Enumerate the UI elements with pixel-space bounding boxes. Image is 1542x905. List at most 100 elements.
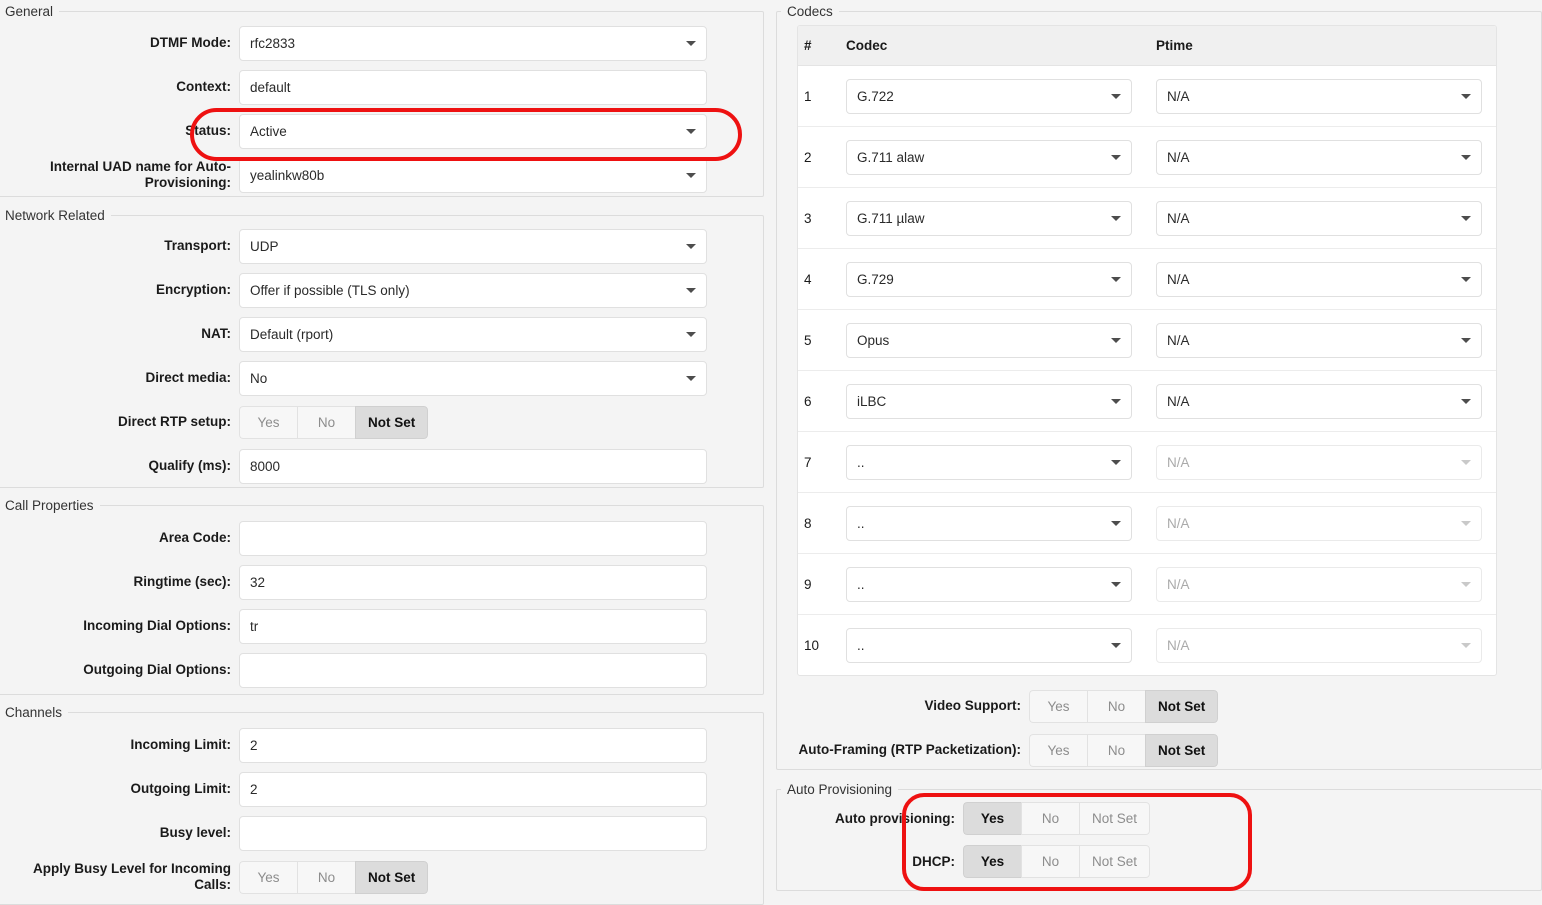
auto-provisioning-yes[interactable]: Yes: [963, 802, 1021, 835]
dhcp-toggle[interactable]: Yes No Not Set: [963, 845, 1150, 878]
codec-row-number: 1: [798, 89, 846, 104]
chevron-down-icon: [1461, 216, 1471, 221]
context-input[interactable]: default: [239, 70, 707, 105]
internal-uad-name-select[interactable]: yealinkw80b: [239, 158, 707, 193]
encryption-select[interactable]: Offer if possible (TLS only): [239, 273, 707, 308]
field-row-video-support: Video Support: Yes No Not Set: [777, 684, 1541, 728]
dhcp-not-set[interactable]: Not Set: [1079, 845, 1150, 878]
ptime-select-9: N/A: [1156, 567, 1482, 602]
dhcp-no[interactable]: No: [1021, 845, 1079, 878]
codec-row-number: 4: [798, 272, 846, 287]
dtmf-mode-select[interactable]: rfc2833: [239, 26, 707, 61]
dhcp-yes[interactable]: Yes: [963, 845, 1021, 878]
chevron-down-icon: [1111, 277, 1121, 282]
chevron-down-icon: [1461, 155, 1471, 160]
incoming-limit-input[interactable]: 2: [239, 728, 707, 763]
apply-busy-level-not-set[interactable]: Not Set: [355, 861, 428, 894]
chevron-down-icon: [686, 173, 696, 178]
apply-busy-level-no[interactable]: No: [297, 861, 355, 894]
auto-framing-no[interactable]: No: [1087, 734, 1145, 767]
label-area-code: Area Code:: [0, 530, 239, 546]
direct-rtp-setup-not-set[interactable]: Not Set: [355, 406, 428, 439]
column-header-codec: Codec: [846, 38, 1156, 53]
table-row: 1 G.722 N/A: [798, 66, 1496, 127]
direct-rtp-setup-toggle[interactable]: Yes No Not Set: [239, 406, 428, 439]
nat-select[interactable]: Default (rport): [239, 317, 707, 352]
status-select[interactable]: Active: [239, 114, 707, 149]
codec-row-number: 2: [798, 150, 846, 165]
chevron-down-icon: [686, 129, 696, 134]
direct-rtp-setup-no[interactable]: No: [297, 406, 355, 439]
table-row: 5 Opus N/A: [798, 310, 1496, 371]
codec-cell: ..: [846, 506, 1156, 541]
codec-select-8[interactable]: ..: [846, 506, 1132, 541]
label-video-support: Video Support:: [777, 698, 1029, 714]
codec-select-7[interactable]: ..: [846, 445, 1132, 480]
settings-page: General DTMF Mode: rfc2833 Context: defa…: [0, 0, 1542, 891]
ptime-select-5[interactable]: N/A: [1156, 323, 1482, 358]
label-apply-busy-level: Apply Busy Level for Incoming Calls:: [0, 861, 239, 892]
section-general: General DTMF Mode: rfc2833 Context: defa…: [0, 4, 764, 197]
codec-select-4[interactable]: G.729: [846, 262, 1132, 297]
ringtime-input[interactable]: 32: [239, 565, 707, 600]
outgoing-limit-input[interactable]: 2: [239, 772, 707, 807]
apply-busy-level-yes[interactable]: Yes: [239, 861, 297, 894]
chevron-down-icon: [1111, 582, 1121, 587]
table-row: 3 G.711 µlaw N/A: [798, 188, 1496, 249]
outgoing-dial-options-input[interactable]: [239, 653, 707, 688]
table-row: 10 .. N/A: [798, 615, 1496, 675]
auto-provisioning-not-set[interactable]: Not Set: [1079, 802, 1150, 835]
ptime-value-8: N/A: [1167, 516, 1190, 531]
codec-select-3[interactable]: G.711 µlaw: [846, 201, 1132, 236]
encryption-value: Offer if possible (TLS only): [250, 283, 410, 298]
ptime-cell: N/A: [1156, 567, 1496, 602]
codec-select-1[interactable]: G.722: [846, 79, 1132, 114]
field-row-context: Context: default: [0, 65, 763, 109]
field-row-auto-framing: Auto-Framing (RTP Packetization): Yes No…: [777, 728, 1541, 772]
status-value: Active: [250, 124, 287, 139]
apply-busy-level-toggle[interactable]: Yes No Not Set: [239, 861, 428, 894]
label-internal-uad-name: Internal UAD name for Auto-Provisioning:: [0, 159, 239, 191]
chevron-down-icon: [1111, 94, 1121, 99]
direct-rtp-setup-yes[interactable]: Yes: [239, 406, 297, 439]
field-row-area-code: Area Code:: [0, 516, 763, 560]
video-support-toggle[interactable]: Yes No Not Set: [1029, 690, 1218, 723]
video-support-no[interactable]: No: [1087, 690, 1145, 723]
codec-select-2[interactable]: G.711 alaw: [846, 140, 1132, 175]
section-codecs: Codecs # Codec Ptime 1 G.722: [776, 4, 1542, 770]
area-code-input[interactable]: [239, 521, 707, 556]
label-encryption: Encryption:: [0, 282, 239, 298]
auto-framing-toggle[interactable]: Yes No Not Set: [1029, 734, 1218, 767]
chevron-down-icon: [686, 332, 696, 337]
label-dhcp: DHCP:: [777, 854, 963, 870]
ptime-value-2: N/A: [1167, 150, 1190, 165]
video-support-not-set[interactable]: Not Set: [1145, 690, 1218, 723]
video-support-yes[interactable]: Yes: [1029, 690, 1087, 723]
ptime-select-4[interactable]: N/A: [1156, 262, 1482, 297]
ptime-select-1[interactable]: N/A: [1156, 79, 1482, 114]
qualify-input[interactable]: 8000: [239, 449, 707, 484]
chevron-down-icon: [686, 376, 696, 381]
codec-select-5[interactable]: Opus: [846, 323, 1132, 358]
incoming-dial-options-input[interactable]: tr: [239, 609, 707, 644]
codec-value-10: ..: [857, 638, 865, 653]
codec-select-10[interactable]: ..: [846, 628, 1132, 663]
ptime-cell: N/A: [1156, 79, 1496, 114]
ptime-select-2[interactable]: N/A: [1156, 140, 1482, 175]
busy-level-input[interactable]: [239, 816, 707, 851]
section-channels: Channels Incoming Limit: 2 Outgoing Limi…: [0, 705, 764, 905]
auto-provisioning-toggle[interactable]: Yes No Not Set: [963, 802, 1150, 835]
auto-framing-yes[interactable]: Yes: [1029, 734, 1087, 767]
transport-select[interactable]: UDP: [239, 229, 707, 264]
codec-value-3: G.711 µlaw: [857, 211, 925, 226]
ptime-select-3[interactable]: N/A: [1156, 201, 1482, 236]
field-row-dhcp: DHCP: Yes No Not Set: [777, 840, 1541, 883]
codec-select-6[interactable]: iLBC: [846, 384, 1132, 419]
direct-media-select[interactable]: No: [239, 361, 707, 396]
chevron-down-icon: [1111, 399, 1121, 404]
ptime-select-6[interactable]: N/A: [1156, 384, 1482, 419]
auto-provisioning-no[interactable]: No: [1021, 802, 1079, 835]
codec-select-9[interactable]: ..: [846, 567, 1132, 602]
auto-framing-not-set[interactable]: Not Set: [1145, 734, 1218, 767]
label-dtmf-mode: DTMF Mode:: [0, 35, 239, 51]
